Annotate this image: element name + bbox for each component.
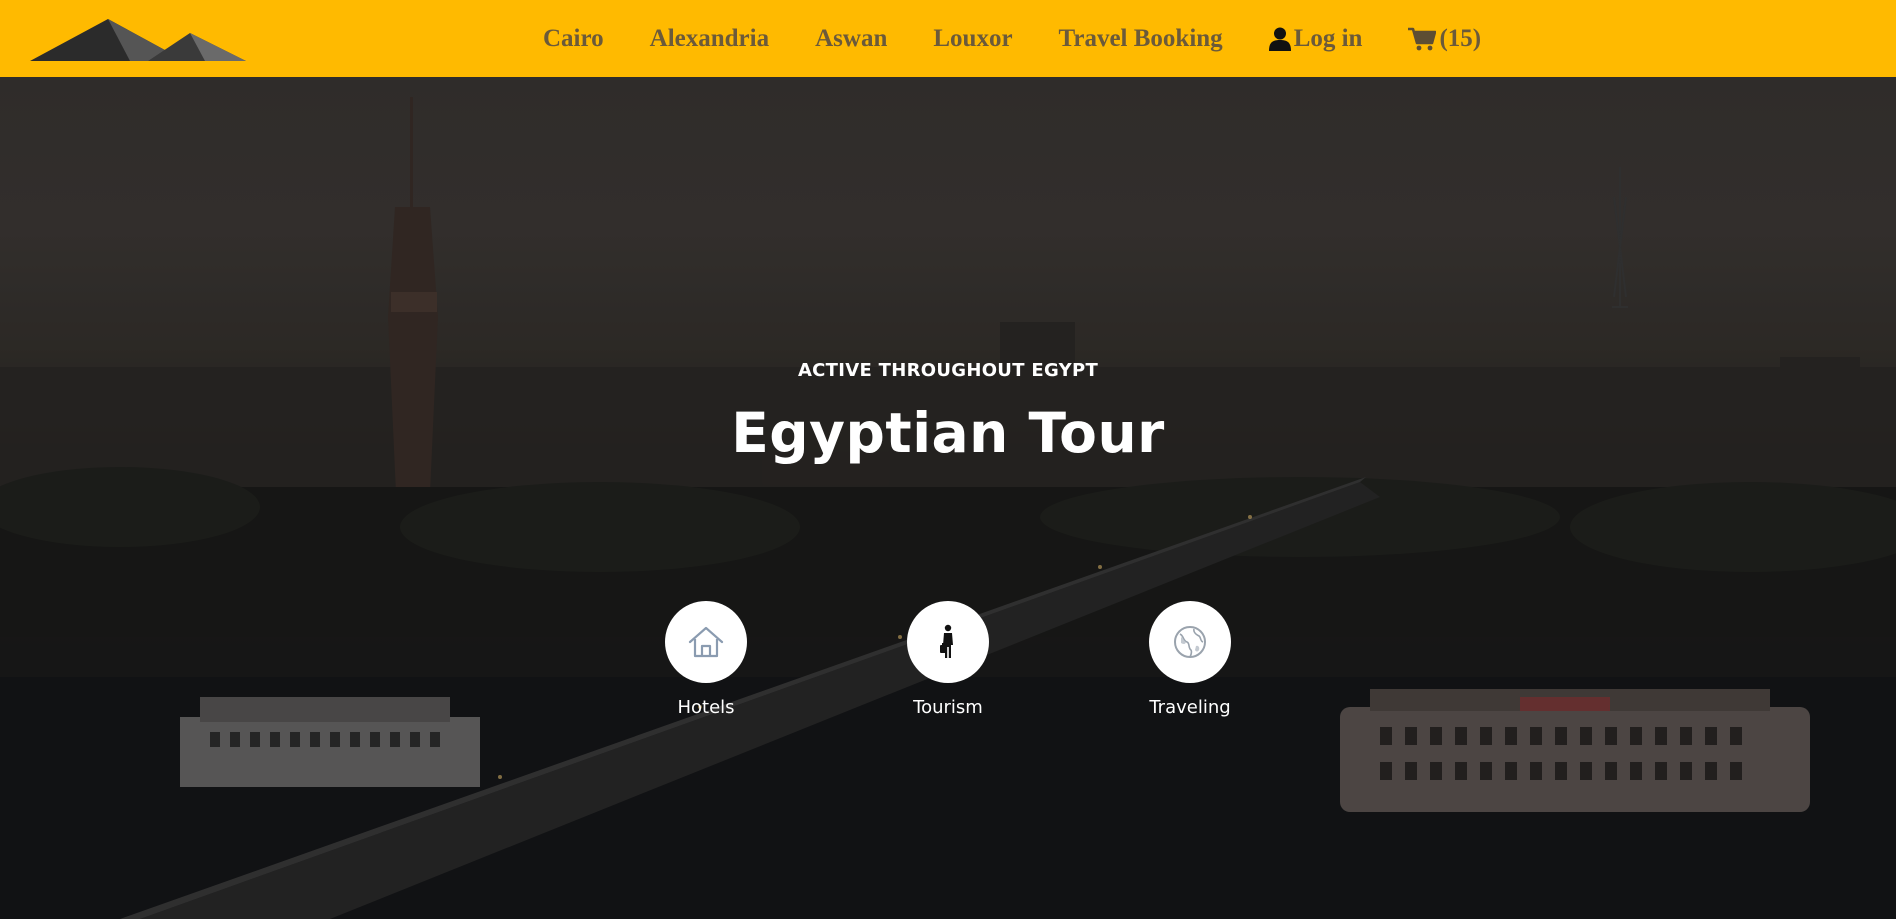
- feature-traveling-button[interactable]: [1149, 601, 1231, 683]
- traveler-icon: [940, 624, 953, 658]
- globe-icon: [1174, 626, 1206, 658]
- feature-hotels[interactable]: Hotels: [626, 601, 786, 718]
- feature-hotels-button[interactable]: [665, 601, 747, 683]
- feature-traveling[interactable]: Traveling: [1110, 601, 1270, 718]
- nav-link-alexandria[interactable]: Alexandria: [650, 25, 769, 53]
- feature-tourism[interactable]: Tourism: [868, 601, 1028, 718]
- feature-traveling-label: Traveling: [1149, 697, 1231, 718]
- nav-link-travel-booking[interactable]: Travel Booking: [1059, 25, 1223, 53]
- login-label: Log in: [1293, 24, 1363, 52]
- top-navbar: Cairo Alexandria Aswan Louxor Travel Boo…: [0, 0, 1896, 77]
- pyramids-logo-icon[interactable]: [30, 16, 248, 62]
- cart-icon: [1408, 27, 1437, 50]
- feature-tourism-button[interactable]: [907, 601, 989, 683]
- hero-section: ACTIVE THROUGHOUT EGYPT Egyptian Tour Ho…: [0, 77, 1896, 919]
- nav-link-cairo[interactable]: Cairo: [543, 25, 604, 53]
- feature-hotels-label: Hotels: [677, 697, 735, 718]
- cart-count: (15): [1439, 24, 1482, 52]
- hero-title: Egyptian Tour: [731, 401, 1165, 465]
- hero-content: ACTIVE THROUGHOUT EGYPT Egyptian Tour Ho…: [0, 77, 1896, 919]
- user-icon: [1268, 27, 1291, 51]
- nav-link-cart[interactable]: (15): [1408, 25, 1481, 53]
- nav-link-louxor[interactable]: Louxor: [933, 25, 1012, 53]
- feature-tourism-label: Tourism: [913, 697, 983, 718]
- home-icon: [688, 626, 724, 658]
- nav-link-login[interactable]: Log in: [1268, 24, 1363, 53]
- hero-eyebrow: ACTIVE THROUGHOUT EGYPT: [797, 360, 1099, 381]
- nav-link-aswan[interactable]: Aswan: [815, 25, 887, 53]
- main-nav: Cairo Alexandria Aswan Louxor Travel Boo…: [543, 0, 1527, 77]
